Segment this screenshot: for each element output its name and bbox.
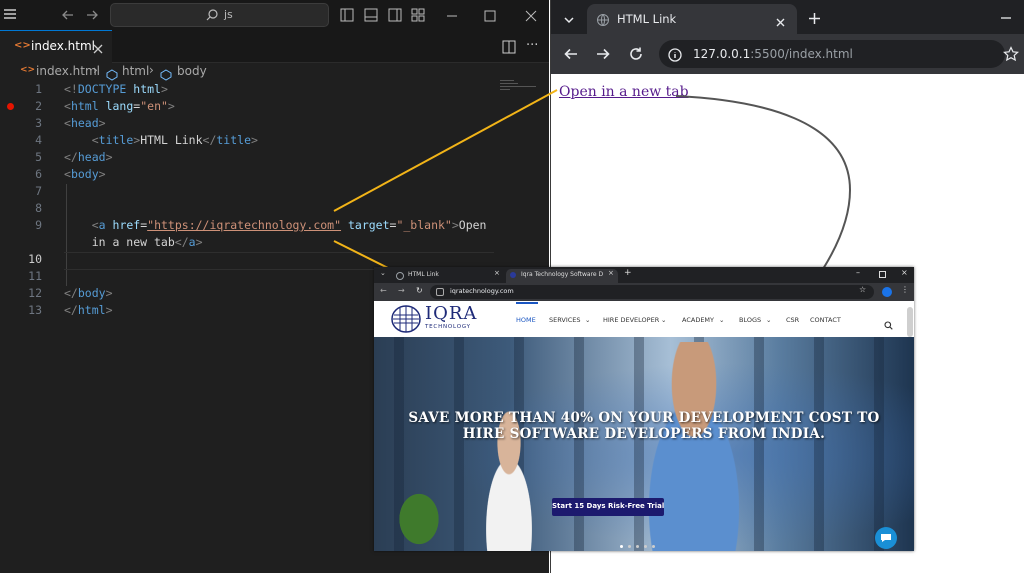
inset-scrollbar bbox=[907, 307, 913, 337]
nav-contact: CONTACT bbox=[810, 316, 841, 324]
new-tab-screenshot: ⌄ HTML Link × Iqra Technology Software D… bbox=[374, 267, 914, 551]
site-info-icon bbox=[436, 288, 444, 296]
hero-person-silhouette bbox=[624, 342, 764, 551]
globe-icon bbox=[396, 272, 404, 280]
forward-arrow-icon: → bbox=[398, 286, 405, 295]
new-tab-icon: + bbox=[624, 268, 632, 278]
inset-toolbar: ← → ↻ iqratechnology.com ☆ ⋮ bbox=[374, 283, 914, 301]
nav-home: HOME bbox=[516, 316, 536, 324]
iqra-favicon-icon bbox=[510, 272, 516, 278]
close-window-icon: × bbox=[901, 268, 908, 277]
nav-academy: ACADEMY bbox=[682, 316, 715, 324]
close-tab-icon: × bbox=[608, 269, 614, 277]
reload-icon: ↻ bbox=[416, 286, 423, 295]
inset-tab-strip: ⌄ HTML Link × Iqra Technology Software D… bbox=[374, 267, 914, 283]
chevron-down-icon: ⌄ bbox=[719, 316, 725, 324]
callout-line-upper bbox=[333, 89, 558, 212]
cta-button: Start 15 Days Risk-Free Trial bbox=[552, 498, 664, 516]
inset-tab-title: Iqra Technology Software Dev bbox=[521, 271, 603, 278]
inset-tab-html-link: HTML Link × bbox=[392, 269, 502, 283]
logo-wordmark: IQRA bbox=[425, 303, 478, 324]
inset-tab-iqra: Iqra Technology Software Dev × bbox=[506, 269, 618, 283]
search-icon bbox=[884, 315, 893, 334]
nav-active-indicator bbox=[516, 302, 538, 304]
callout-line-lower bbox=[333, 240, 389, 269]
tab-search-icon: ⌄ bbox=[380, 269, 386, 277]
cta-label: Start 15 Days Risk-Free Trial bbox=[552, 502, 665, 510]
hero-headline-line-1: SAVE MORE THAN 40% ON YOUR DEVELOPMENT C… bbox=[408, 410, 880, 426]
nav-services: SERVICES bbox=[549, 316, 581, 324]
hero-banner: SAVE MORE THAN 40% ON YOUR DEVELOPMENT C… bbox=[374, 337, 914, 551]
profile-avatar bbox=[882, 287, 892, 297]
nav-hire-developer: HIRE DEVELOPER bbox=[603, 316, 660, 324]
chevron-down-icon: ⌄ bbox=[661, 316, 667, 324]
iqra-logo-globe-icon bbox=[390, 304, 422, 338]
chevron-down-icon: ⌄ bbox=[766, 316, 772, 324]
nav-csr: CSR bbox=[786, 316, 800, 324]
maximize-icon bbox=[879, 271, 886, 278]
bookmark-star-icon: ☆ bbox=[859, 285, 867, 294]
hero-plant bbox=[394, 487, 444, 551]
back-arrow-icon: ← bbox=[380, 286, 387, 295]
more-actions-icon: ⋮ bbox=[901, 285, 909, 294]
nav-blogs: BLOGS bbox=[739, 316, 762, 324]
chat-bubble-icon bbox=[875, 527, 897, 549]
minimize-icon: – bbox=[856, 268, 860, 277]
carousel-dots bbox=[620, 545, 668, 549]
close-tab-icon: × bbox=[494, 269, 500, 277]
hero-headline-line-2: HIRE SOFTWARE DEVELOPERS FROM INDIA. bbox=[462, 426, 826, 442]
inset-address-bar: iqratechnology.com ☆ bbox=[430, 285, 874, 299]
inset-tab-title: HTML Link bbox=[408, 271, 439, 278]
logo-subtitle: TECHNOLOGY bbox=[425, 324, 471, 330]
chevron-down-icon: ⌄ bbox=[585, 316, 591, 324]
inset-url: iqratechnology.com bbox=[450, 287, 514, 295]
